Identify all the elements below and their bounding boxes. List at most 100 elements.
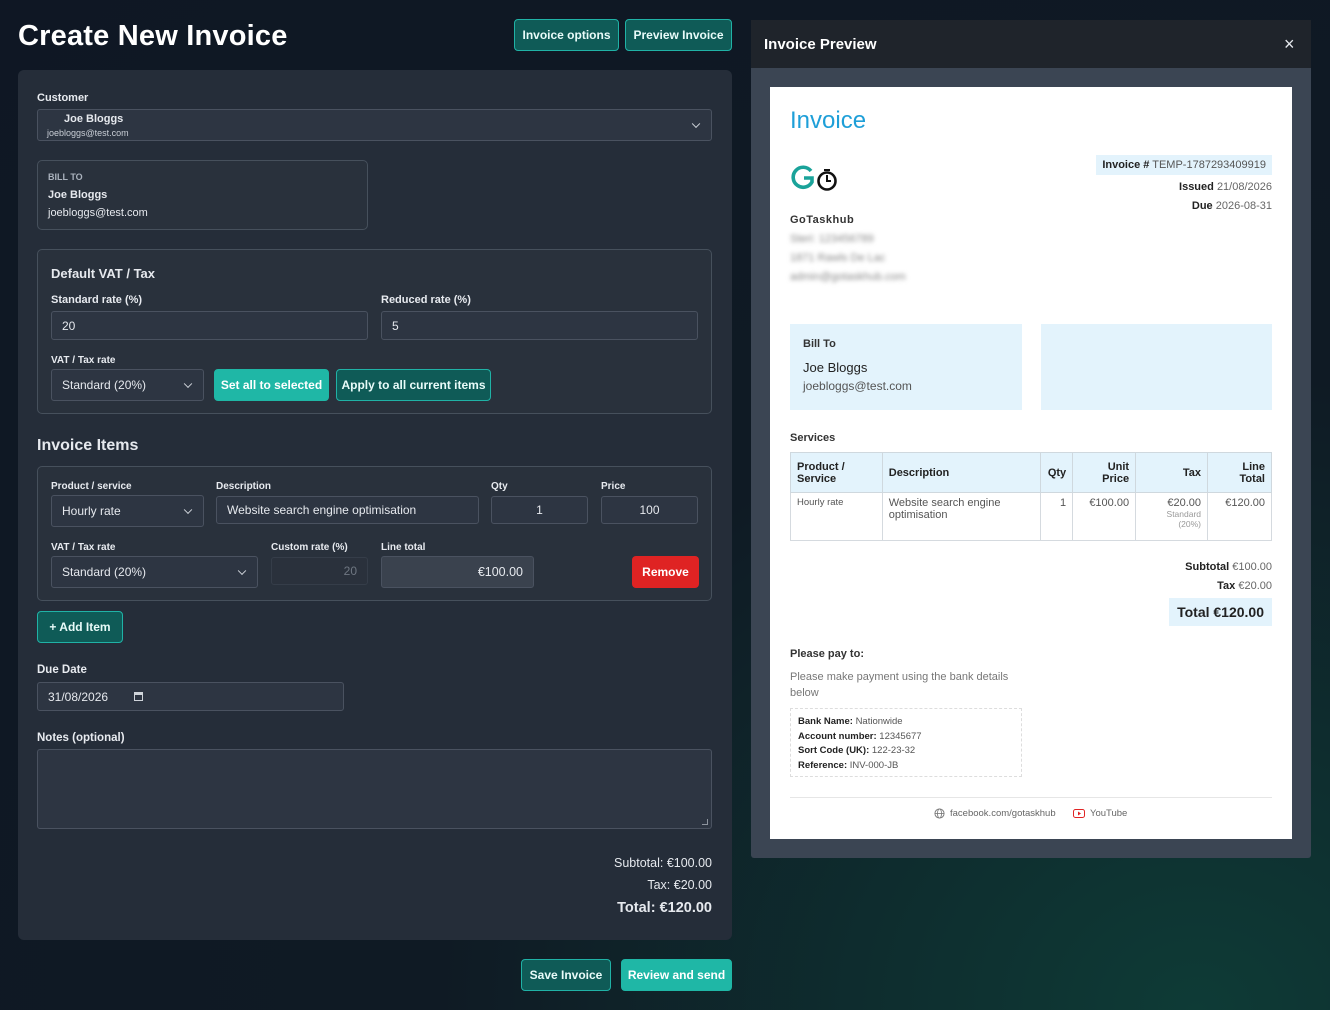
standard-rate-input[interactable]: 20	[51, 311, 368, 340]
col-description: Description	[881, 452, 1042, 493]
company-line-3: admin@gotaskhub.com	[790, 271, 906, 283]
save-invoice-button[interactable]: Save Invoice	[521, 959, 611, 991]
sort-code-row: Sort Code (UK): 122-23-32	[798, 744, 1014, 759]
bill-to-card-label: BILL TO	[48, 172, 83, 182]
row-qty: 1	[1040, 492, 1074, 541]
vat-rate-select[interactable]: Standard (20%)	[51, 369, 204, 401]
item-vat-select[interactable]: Standard (20%)	[51, 556, 258, 588]
account-label: Account number:	[798, 730, 877, 742]
col-qty: Qty	[1040, 452, 1074, 493]
row-description: Website search engine optimisation	[881, 492, 1042, 541]
youtube-icon	[1073, 809, 1085, 818]
product-select[interactable]: Hourly rate	[51, 495, 204, 527]
form-total: Total: €120.00	[617, 900, 712, 916]
vat-rate-label: VAT / Tax rate	[51, 355, 116, 366]
account-row: Account number: 12345677	[798, 730, 1014, 745]
customer-select[interactable]: Joe Bloggs joebloggs@test.com	[37, 109, 712, 141]
form-subtotal: Subtotal: €100.00	[614, 856, 712, 870]
due-label: Due	[1191, 200, 1213, 212]
row-line-total: €120.00	[1207, 492, 1272, 541]
custom-rate-label: Custom rate (%)	[271, 542, 348, 553]
resize-handle-icon[interactable]	[702, 819, 708, 825]
invoice-number-label: Invoice #	[1102, 159, 1150, 171]
form-tax: Tax: €20.00	[647, 878, 712, 892]
services-label: Services	[790, 432, 836, 444]
line-total-value: €100.00	[381, 556, 534, 588]
preview-subtotal: €100.00	[1232, 561, 1272, 573]
default-vat-title: Default VAT / Tax	[51, 266, 156, 281]
bank-details-box: Bank Name: Nationwide Account number: 12…	[790, 708, 1022, 777]
close-icon[interactable]: ×	[1284, 34, 1295, 55]
item-vat-select-value: Standard (20%)	[62, 565, 147, 579]
globe-icon	[934, 808, 945, 819]
price-label: Price	[601, 481, 626, 492]
preview-tax: €20.00	[1238, 580, 1272, 592]
preview-bill-to-email: joebloggs@test.com	[803, 379, 912, 393]
apply-to-all-items-button[interactable]: Apply to all current items	[336, 369, 491, 401]
vat-rate-select-value: Standard (20%)	[62, 378, 147, 392]
invoice-number-badge: Invoice # TEMP-1787293409919	[1096, 155, 1272, 175]
due-date-input[interactable]: 31/08/2026	[37, 682, 344, 711]
qty-input[interactable]: 1	[491, 496, 588, 524]
pay-instructions: Please make payment using the bank detai…	[790, 671, 1009, 699]
bill-to-card-email: joebloggs@test.com	[48, 207, 148, 219]
facebook-link[interactable]: facebook.com/gotaskhub	[934, 808, 1056, 819]
chevron-down-icon	[183, 505, 193, 515]
col-unit-price: Unit Price	[1072, 452, 1137, 493]
custom-rate-input[interactable]: 20	[271, 557, 368, 585]
page-title: Create New Invoice	[18, 20, 288, 52]
invoice-number: TEMP-1787293409919	[1152, 159, 1266, 171]
due-date: 2026-08-31	[1215, 200, 1272, 212]
product-label: Product / service	[51, 481, 132, 492]
youtube-link-text: YouTube	[1090, 808, 1128, 819]
add-item-button[interactable]: + Add Item	[37, 611, 123, 643]
price-input[interactable]: 100	[601, 496, 698, 524]
chevron-down-icon	[183, 379, 193, 389]
invoice-heading: Invoice	[790, 107, 867, 134]
line-total-label: Line total	[381, 542, 426, 553]
bank-name-label: Bank Name:	[798, 716, 853, 727]
preview-subtotal-label: Subtotal	[1185, 561, 1230, 573]
reduced-rate-label: Reduced rate (%)	[381, 294, 471, 306]
account-number: 12345677	[879, 730, 922, 742]
youtube-link[interactable]: YouTube	[1073, 808, 1127, 819]
customer-select-name: Joe Bloggs	[64, 113, 124, 125]
customer-select-email: joebloggs@test.com	[47, 128, 129, 138]
reduced-rate-input[interactable]: 5	[381, 311, 698, 340]
preview-invoice-button[interactable]: Preview Invoice	[625, 19, 732, 51]
preview-tax-row: Tax €20.00	[1217, 580, 1272, 592]
due-date-value: 31/08/2026	[48, 689, 109, 704]
bill-to-card: BILL TO Joe Bloggs joebloggs@test.com	[37, 160, 368, 230]
preview-subtotal-row: Subtotal €100.00	[1185, 561, 1272, 573]
row-product: Hourly rate	[790, 492, 883, 541]
chevron-down-icon	[691, 119, 701, 129]
issued-date: 21/08/2026	[1216, 181, 1272, 193]
description-label: Description	[216, 481, 272, 492]
notes-textarea[interactable]	[37, 749, 712, 829]
preview-empty-box	[1041, 324, 1272, 410]
col-product: Product / Service	[790, 452, 883, 493]
company-name: GoTaskhub	[790, 214, 855, 226]
preview-bill-to-name: Joe Bloggs	[803, 360, 868, 375]
bill-to-card-name: Joe Bloggs	[48, 189, 108, 201]
facebook-link-text: facebook.com/gotaskhub	[950, 808, 1056, 819]
calendar-icon[interactable]	[134, 692, 143, 701]
issued-date-row: Issued 21/08/2026	[1179, 181, 1272, 193]
invoice-options-button[interactable]: Invoice options	[514, 19, 619, 51]
row-tax-note: Standard (20%)	[1166, 509, 1202, 529]
company-line-1: Steri: 123456789	[790, 233, 874, 245]
col-line-total: Line Total	[1207, 452, 1272, 493]
description-input[interactable]: Website search engine optimisation	[216, 496, 479, 524]
gotaskhub-logo	[791, 165, 837, 191]
row-tax-cell: €20.00 Standard (20%)	[1135, 492, 1209, 541]
review-and-send-button[interactable]: Review and send	[621, 959, 732, 991]
invoice-items-title: Invoice Items	[37, 437, 139, 454]
col-tax: Tax	[1135, 452, 1209, 493]
invoice-document: Invoice GoTaskhub Steri: 123456789 1871 …	[770, 87, 1292, 839]
remove-item-button[interactable]: Remove	[632, 556, 699, 588]
preview-total: Total €120.00	[1169, 598, 1272, 626]
set-all-to-selected-button[interactable]: Set all to selected	[214, 369, 329, 401]
sort-code: 122-23-32	[871, 745, 916, 756]
due-date-label: Due Date	[37, 664, 87, 676]
invoice-preview-title: Invoice Preview	[764, 36, 877, 53]
